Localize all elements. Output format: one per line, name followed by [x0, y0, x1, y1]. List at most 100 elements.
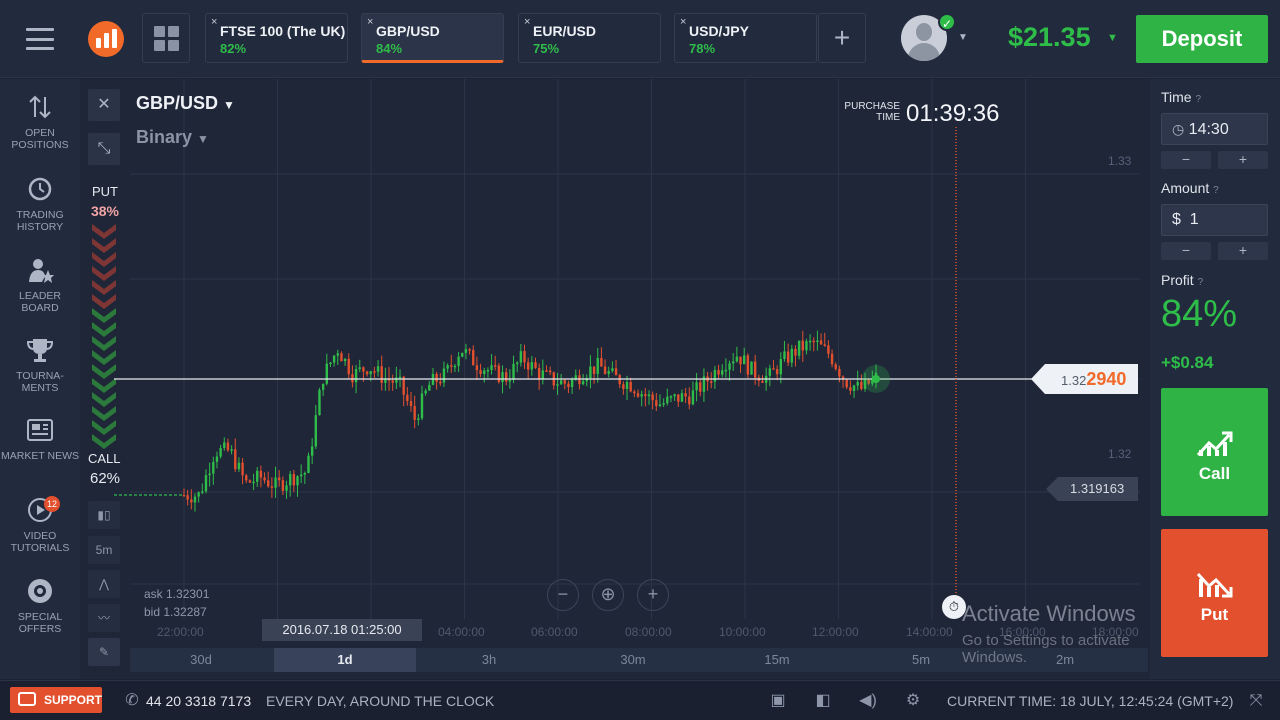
candle-body [801, 340, 804, 351]
asset-percent: 84% [376, 41, 403, 56]
profit-label-text: Profit [1161, 272, 1194, 288]
candle-body [794, 348, 797, 356]
period-30d[interactable]: 30d [130, 648, 272, 672]
brand-logo[interactable] [88, 21, 124, 57]
asset-grid-button[interactable] [142, 13, 190, 63]
expiration-time-input[interactable]: ◷ 14:30 [1161, 113, 1268, 145]
candle-body [505, 372, 508, 382]
candle-body [219, 448, 222, 457]
chevron-down-icon[interactable]: ▼ [958, 32, 968, 43]
hamburger-menu-icon[interactable] [24, 24, 56, 54]
candle-period-button[interactable]: 5m [88, 536, 120, 564]
candle-body [797, 340, 801, 356]
asset-tab-gbpusd[interactable]: × GBP/USD 84% [361, 13, 504, 63]
sidebar-item-market-news[interactable]: MARKET NEWS [0, 416, 80, 462]
close-tab-icon[interactable]: × [680, 16, 686, 28]
sound-icon[interactable]: ◀) [858, 691, 878, 711]
period-15m[interactable]: 15m [706, 648, 848, 672]
support-phone[interactable]: 44 20 3318 7173 [146, 693, 251, 709]
close-chart-icon[interactable]: ✕ [88, 89, 120, 121]
chart-settings-icon[interactable]: ◧ [813, 691, 833, 711]
amount-input[interactable]: $ 1 [1161, 204, 1268, 236]
deposit-button[interactable]: Deposit [1136, 15, 1268, 63]
center-chart-icon[interactable]: ⊕ [592, 579, 624, 611]
pencil-icon[interactable]: ✎ [88, 638, 120, 666]
chart-type-icon[interactable]: ▮▯ [88, 501, 120, 529]
account-balance[interactable]: $21.35 [1008, 22, 1091, 53]
period-1d[interactable]: 1d [274, 648, 416, 672]
candle-body [677, 394, 680, 402]
currency-symbol: $ [1172, 211, 1181, 228]
period-3h[interactable]: 3h [418, 648, 560, 672]
sidebar-item-video-tutorials[interactable]: 12 VIDEO TUTORIALS [0, 496, 80, 554]
sidebar-item-tournaments[interactable]: TOURNA-MENTS [0, 336, 80, 394]
candle-body [314, 415, 318, 447]
sidebar-item-leader-board[interactable]: LEADER BOARD [0, 256, 80, 314]
candle-body [600, 357, 603, 367]
time-decrease-button[interactable]: − [1161, 151, 1211, 169]
info-icon[interactable]: ? [1213, 185, 1219, 196]
put-chevron [92, 280, 116, 295]
zoom-out-icon[interactable]: − [547, 579, 579, 611]
asset-name: USD/JPY [689, 23, 749, 39]
current-price-tag: 1.322940 [1031, 364, 1138, 394]
clock-icon: ◷ [1172, 121, 1185, 137]
time-increase-button[interactable]: + [1218, 151, 1268, 169]
layout-icon[interactable]: ▣ [768, 691, 788, 711]
close-tab-icon[interactable]: × [524, 16, 530, 28]
fullscreen-icon[interactable]: ⤧ [1246, 691, 1266, 711]
call-button[interactable]: Call [1161, 388, 1268, 516]
call-chevron [92, 378, 116, 393]
candle-body [395, 377, 398, 383]
candle-body [589, 366, 592, 379]
gear-icon[interactable]: ⚙ [903, 691, 923, 711]
info-icon[interactable]: ? [1195, 94, 1201, 105]
candlestick-series [114, 330, 878, 512]
candle-body [292, 474, 296, 486]
candle-body [376, 366, 380, 372]
chevron-down-icon[interactable]: ▼ [1107, 32, 1118, 44]
indicators-icon[interactable]: ⋀ [88, 570, 120, 598]
trophy-icon [26, 339, 54, 362]
close-tab-icon[interactable]: × [211, 16, 217, 28]
support-button[interactable]: SUPPORT [10, 687, 102, 713]
candle-body [424, 390, 427, 394]
call-sentiment-percent: 62% [90, 470, 121, 487]
close-tab-icon[interactable]: × [367, 16, 373, 28]
sidebar-item-trading-history[interactable]: TRADING HISTORY [0, 175, 80, 233]
put-button[interactable]: Put [1161, 529, 1268, 657]
candle-body [669, 396, 673, 398]
put-chevron [92, 224, 116, 239]
candle-body [281, 480, 285, 491]
candle-body [186, 495, 189, 500]
candle-body [461, 352, 464, 357]
call-sentiment-label: CALL [88, 451, 121, 466]
amount-decrease-button[interactable]: − [1161, 242, 1211, 260]
sidebar-item-open-positions[interactable]: OPEN POSITIONS [0, 93, 80, 151]
y-tick: 1.33 [1108, 154, 1132, 168]
collapse-icon[interactable]: ⤡ [88, 133, 120, 165]
amount-increase-button[interactable]: + [1218, 242, 1268, 260]
asset-tab-eurusd[interactable]: × EUR/USD 75% [518, 13, 661, 63]
asset-tab-usdjpy[interactable]: × USD/JPY 78% [674, 13, 817, 63]
candle-body [625, 381, 629, 389]
period-30m[interactable]: 30m [562, 648, 704, 672]
candle-body [592, 366, 596, 374]
zoom-in-icon[interactable]: + [637, 579, 669, 611]
asset-tab-ftse[interactable]: × FTSE 100 (The UK) 82% [205, 13, 348, 63]
info-icon[interactable]: ? [1198, 277, 1204, 288]
candle-body [581, 381, 585, 385]
trend-line-icon[interactable]: 〰 [88, 604, 120, 632]
chevron-down-icon: ▼ [197, 132, 209, 146]
candle-body [808, 340, 812, 343]
add-asset-button[interactable]: + [818, 13, 866, 63]
option-type-selector[interactable]: Binary ▼ [136, 127, 209, 148]
verified-check-icon: ✓ [938, 13, 956, 31]
candle-body [816, 340, 819, 342]
candle-body [662, 403, 665, 405]
candle-body [277, 477, 281, 481]
candle-body [259, 470, 263, 478]
chart-area[interactable]: ✕ ⤡ GBP/USD ▼ Binary ▼ PUT 38% CALL 62% … [80, 79, 1150, 679]
chart-pair-title[interactable]: GBP/USD ▼ [136, 93, 235, 114]
sidebar-item-special-offers[interactable]: SPECIAL OFFERS [0, 577, 80, 635]
